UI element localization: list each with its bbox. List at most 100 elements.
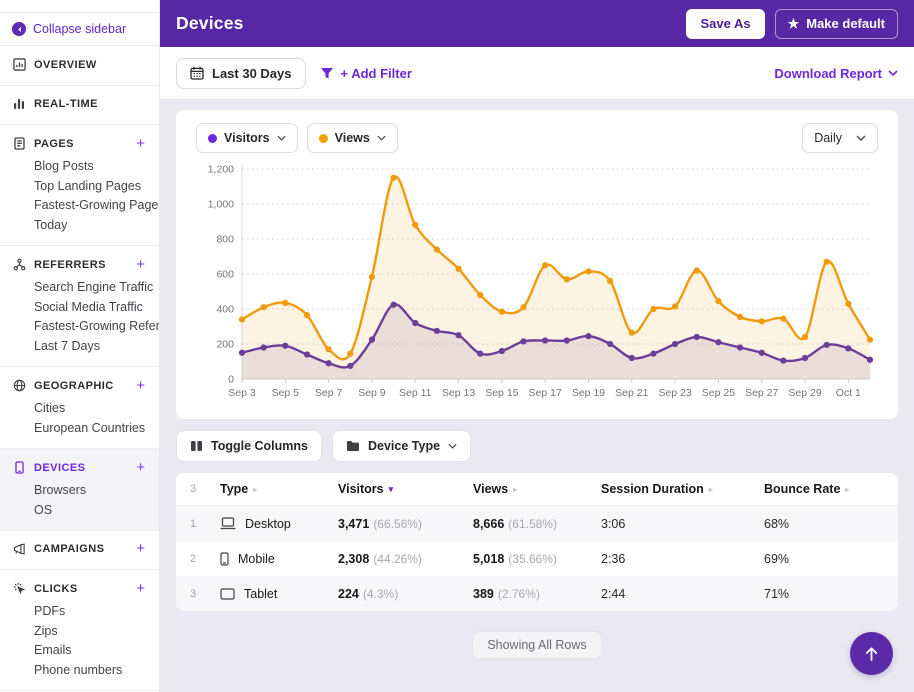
sidebar-item-os[interactable]: OS bbox=[0, 501, 159, 521]
toggle-columns-button[interactable]: Toggle Columns bbox=[176, 430, 322, 462]
columns-icon bbox=[190, 440, 203, 452]
sidebar-item-cities[interactable]: Cities bbox=[0, 399, 159, 419]
chart-card: Visitors Views Daily 02004006008001,0001… bbox=[176, 110, 898, 419]
add-filter-button[interactable]: + Add Filter bbox=[320, 66, 412, 81]
device-type-button[interactable]: Device Type bbox=[332, 430, 471, 462]
add-referrers-report-button[interactable]: + bbox=[136, 260, 147, 270]
column-header-views[interactable]: Views▸ bbox=[473, 482, 601, 496]
sidebar-item-pages[interactable]: PAGES + bbox=[0, 131, 159, 156]
sort-icon: ▸ bbox=[845, 485, 849, 494]
date-range-button[interactable]: Last 30 Days bbox=[176, 58, 306, 89]
svg-text:Sep 17: Sep 17 bbox=[529, 387, 562, 399]
traffic-chart: 02004006008001,0001,200Sep 3Sep 5Sep 7Se… bbox=[196, 161, 878, 413]
filter-bar: Last 30 Days + Add Filter Download Repor… bbox=[160, 47, 914, 100]
sidebar-item-geographic[interactable]: GEOGRAPHIC + bbox=[0, 373, 159, 398]
make-default-button[interactable]: ★ Make default bbox=[775, 9, 898, 39]
sidebar-item-phone-numbers[interactable]: Phone numbers bbox=[0, 661, 159, 681]
cursor-click-icon bbox=[12, 582, 26, 595]
svg-text:1,200: 1,200 bbox=[208, 164, 234, 176]
star-icon: ★ bbox=[788, 17, 800, 30]
column-header-session-duration[interactable]: Session Duration▸ bbox=[601, 482, 764, 496]
realtime-bars-icon bbox=[12, 98, 26, 110]
visitors-series-button[interactable]: Visitors bbox=[196, 123, 298, 153]
add-clicks-report-button[interactable]: + bbox=[136, 584, 147, 594]
sidebar-section-devices: DEVICES + Browsers OS bbox=[0, 449, 159, 531]
save-as-button[interactable]: Save As bbox=[686, 9, 764, 39]
add-devices-report-button[interactable]: + bbox=[136, 463, 147, 473]
table-row-mobile[interactable]: 2 Mobile 2,308(44.26%) 5,018(35.66%) 2:3… bbox=[176, 541, 898, 576]
showing-all-rows-button[interactable]: Showing All Rows bbox=[472, 631, 601, 659]
sidebar-item-pdfs[interactable]: PDFs bbox=[0, 602, 159, 622]
svg-text:1,000: 1,000 bbox=[208, 199, 234, 211]
add-geographic-report-button[interactable]: + bbox=[136, 381, 147, 391]
sidebar-item-campaigns[interactable]: CAMPAIGNS + bbox=[0, 537, 159, 561]
content: Visitors Views Daily 02004006008001,0001… bbox=[160, 100, 914, 692]
table-row-desktop[interactable]: 1 Desktop 3,471(66.56%) 8,666(61.58%) 3:… bbox=[176, 506, 898, 541]
megaphone-icon bbox=[12, 543, 26, 555]
page-header: Devices Save As ★ Make default bbox=[160, 0, 914, 47]
overview-icon bbox=[12, 58, 26, 71]
funnel-icon bbox=[320, 67, 334, 80]
sidebar-item-last-7-days[interactable]: Last 7 Days bbox=[0, 337, 159, 357]
globe-icon bbox=[12, 379, 26, 392]
svg-text:Sep 25: Sep 25 bbox=[702, 387, 735, 399]
sort-icon: ▸ bbox=[513, 485, 517, 494]
sidebar-item-fastest-growing-referrers[interactable]: Fastest-Growing Referrers bbox=[0, 317, 159, 337]
add-pages-report-button[interactable]: + bbox=[136, 139, 147, 149]
scroll-to-top-button[interactable] bbox=[850, 632, 893, 675]
mobile-icon bbox=[220, 552, 229, 566]
page-title: Devices bbox=[176, 13, 676, 34]
sidebar-item-top-landing-pages[interactable]: Top Landing Pages bbox=[0, 177, 159, 197]
svg-text:Sep 19: Sep 19 bbox=[572, 387, 605, 399]
sidebar-item-fastest-growing-pages[interactable]: Fastest-Growing Pages bbox=[0, 196, 159, 216]
download-report-button[interactable]: Download Report bbox=[774, 66, 898, 81]
sidebar-item-referrers[interactable]: REFERRERS + bbox=[0, 252, 159, 277]
table-controls: Toggle Columns Device Type bbox=[176, 419, 898, 473]
column-header-bounce-rate[interactable]: Bounce Rate▸ bbox=[764, 482, 884, 496]
add-campaigns-report-button[interactable]: + bbox=[136, 544, 147, 554]
table-row-tablet[interactable]: 3 Tablet 224(4.3%) 389(2.76%) 2:44 71% bbox=[176, 576, 898, 611]
sidebar-item-european-countries[interactable]: European Countries bbox=[0, 419, 159, 439]
sidebar-section-referrers: REFERRERS + Search Engine Traffic Social… bbox=[0, 246, 159, 367]
svg-text:Sep 13: Sep 13 bbox=[442, 387, 475, 399]
sidebar-item-today[interactable]: Today bbox=[0, 216, 159, 236]
main-area: Devices Save As ★ Make default Last 30 D… bbox=[160, 0, 914, 692]
sidebar-item-clicks[interactable]: CLICKS + bbox=[0, 576, 159, 601]
svg-text:Sep 7: Sep 7 bbox=[315, 387, 343, 399]
svg-text:Sep 3: Sep 3 bbox=[228, 387, 256, 399]
interval-select[interactable]: Daily bbox=[802, 123, 878, 153]
collapse-sidebar-button[interactable]: Collapse sidebar bbox=[0, 12, 159, 46]
desktop-icon bbox=[220, 517, 236, 530]
chevron-down-icon bbox=[277, 135, 286, 141]
svg-text:Sep 9: Sep 9 bbox=[358, 387, 386, 399]
svg-text:Sep 23: Sep 23 bbox=[658, 387, 691, 399]
column-header-type[interactable]: Type▸ bbox=[220, 482, 338, 496]
sidebar-section-pages: PAGES + Blog Posts Top Landing Pages Fas… bbox=[0, 125, 159, 246]
sidebar-section-clicks: CLICKS + PDFs Zips Emails Phone numbers bbox=[0, 570, 159, 691]
arrow-up-icon bbox=[864, 646, 879, 662]
views-series-button[interactable]: Views bbox=[307, 123, 398, 153]
svg-text:0: 0 bbox=[228, 374, 234, 386]
column-header-visitors[interactable]: Visitors▾ bbox=[338, 482, 473, 496]
sidebar-item-devices[interactable]: DEVICES + bbox=[0, 455, 159, 480]
sidebar-item-realtime[interactable]: REAL-TIME bbox=[0, 92, 159, 116]
sort-icon: ▸ bbox=[253, 485, 257, 494]
sidebar: Collapse sidebar OVERVIEW REAL-TIME bbox=[0, 0, 160, 692]
sidebar-item-social-media-traffic[interactable]: Social Media Traffic bbox=[0, 298, 159, 318]
sidebar-item-search-engine-traffic[interactable]: Search Engine Traffic bbox=[0, 278, 159, 298]
sidebar-item-browsers[interactable]: Browsers bbox=[0, 481, 159, 501]
svg-text:Oct 1: Oct 1 bbox=[836, 387, 861, 399]
svg-text:Sep 15: Sep 15 bbox=[485, 387, 518, 399]
sidebar-item-emails[interactable]: Emails bbox=[0, 641, 159, 661]
sidebar-section-overview: OVERVIEW bbox=[0, 46, 159, 86]
visitors-dot-icon bbox=[208, 134, 217, 143]
sidebar-item-zips[interactable]: Zips bbox=[0, 622, 159, 642]
svg-text:Sep 21: Sep 21 bbox=[615, 387, 648, 399]
table-footer: Showing All Rows bbox=[176, 611, 898, 659]
devices-table: 3 Type▸ Visitors▾ Views▸ Session Duratio… bbox=[176, 473, 898, 611]
svg-text:Sep 27: Sep 27 bbox=[745, 387, 778, 399]
sidebar-item-blog-posts[interactable]: Blog Posts bbox=[0, 157, 159, 177]
svg-text:Sep 29: Sep 29 bbox=[788, 387, 821, 399]
sidebar-item-overview[interactable]: OVERVIEW bbox=[0, 52, 159, 77]
chevron-down-icon bbox=[448, 443, 457, 449]
